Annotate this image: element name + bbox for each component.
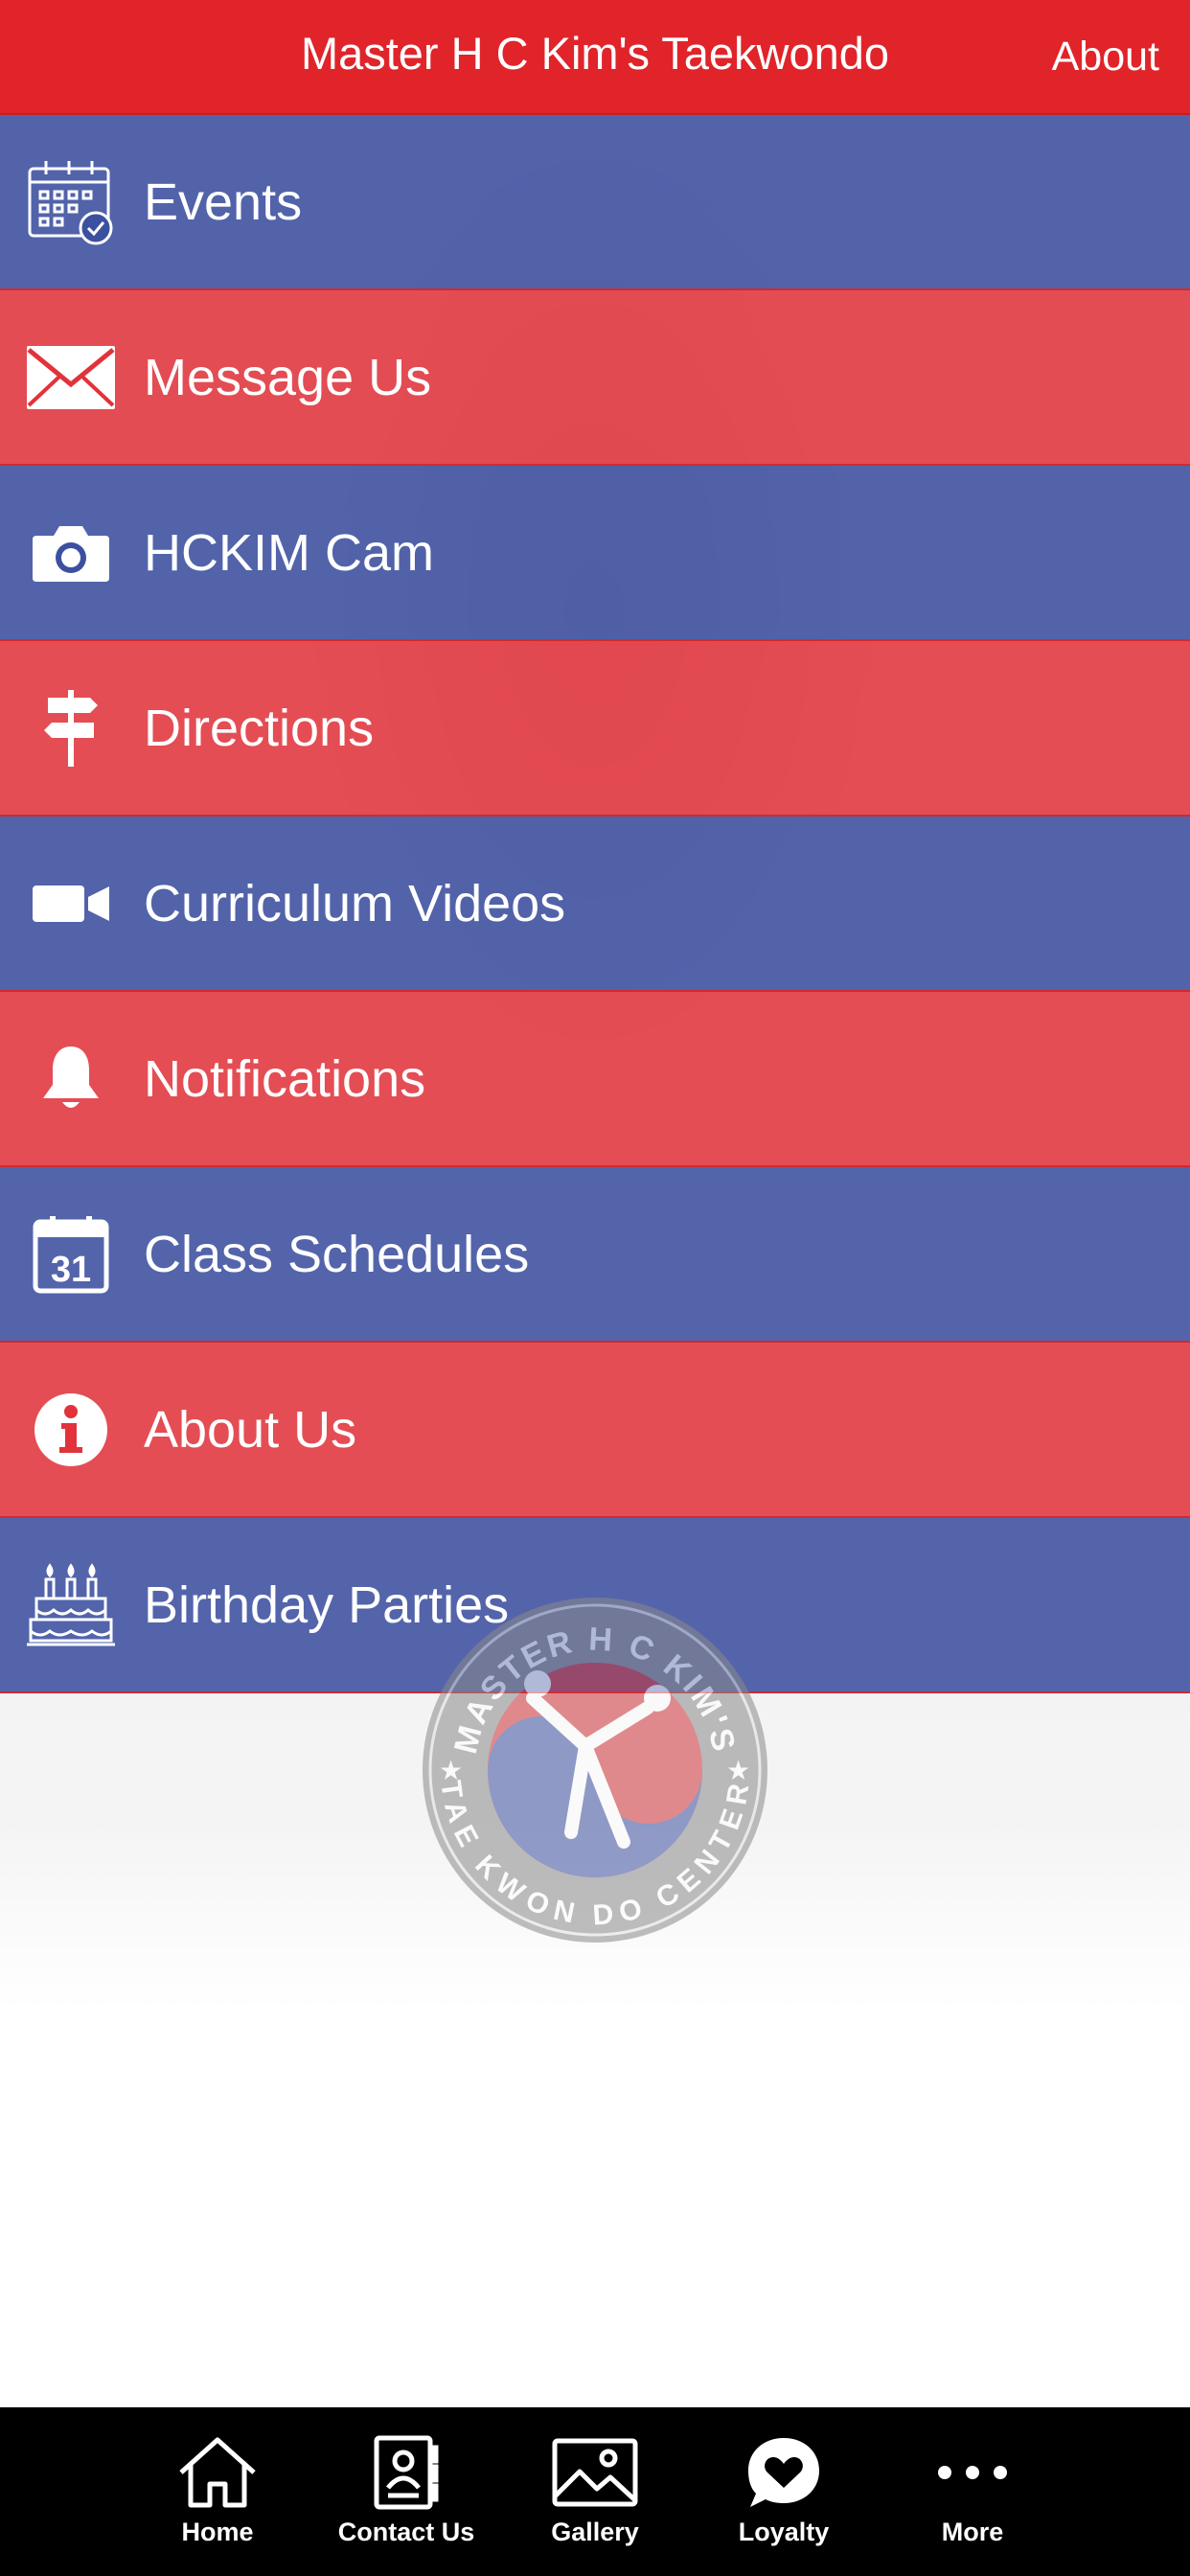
calendar-check-icon xyxy=(23,154,119,250)
bottom-tab-bar: Home Contact Us Gallery Loyalty More xyxy=(0,2407,1190,2576)
tab-home[interactable]: Home xyxy=(124,2407,312,2576)
signpost-icon xyxy=(23,680,119,776)
menu-item-notifications[interactable]: Notifications xyxy=(0,992,1190,1167)
birthday-cake-icon xyxy=(23,1557,119,1653)
home-icon xyxy=(177,2434,258,2511)
menu-item-label: About Us xyxy=(144,1400,357,1459)
info-icon xyxy=(23,1382,119,1478)
school-logo: MASTER H C KIM'S TAE KWON DO CENTER ★ ★ xyxy=(423,1598,767,1943)
menu-item-about-us[interactable]: About Us xyxy=(0,1343,1190,1518)
about-button[interactable]: About xyxy=(1052,31,1159,82)
menu-item-label: Directions xyxy=(144,699,375,757)
tab-loyalty[interactable]: Loyalty xyxy=(690,2407,879,2576)
header-bar: Master H C Kim's Taekwondo About xyxy=(0,0,1190,115)
gallery-icon xyxy=(551,2434,639,2511)
menu-item-label: Events xyxy=(144,172,303,231)
menu-item-class-schedules[interactable]: 31 Class Schedules xyxy=(0,1167,1190,1343)
envelope-icon xyxy=(23,330,119,426)
menu-item-hckim-cam[interactable]: HCKIM Cam xyxy=(0,466,1190,641)
contact-card-icon xyxy=(373,2434,440,2511)
menu-item-label: Curriculum Videos xyxy=(144,874,566,932)
bell-icon xyxy=(23,1031,119,1127)
tab-label: More xyxy=(941,2518,1004,2546)
logo-star-right: ★ xyxy=(726,1756,750,1785)
menu-item-message-us[interactable]: Message Us xyxy=(0,290,1190,466)
tab-contact-us[interactable]: Contact Us xyxy=(312,2407,501,2576)
tab-label: Home xyxy=(181,2518,254,2546)
tab-label: Gallery xyxy=(551,2518,639,2546)
app-title: Master H C Kim's Taekwondo xyxy=(300,28,890,79)
more-dots-icon xyxy=(937,2434,1008,2511)
menu-item-label: HCKIM Cam xyxy=(144,523,435,582)
menu-item-label: Class Schedules xyxy=(144,1225,530,1283)
calendar-31-icon: 31 xyxy=(23,1207,119,1302)
menu-item-directions[interactable]: Directions xyxy=(0,641,1190,816)
main-menu: Events Message Us HCKIM Cam Directions C… xyxy=(0,115,1190,1693)
camera-icon xyxy=(23,505,119,601)
tab-label: Loyalty xyxy=(738,2518,830,2546)
calendar-day-number: 31 xyxy=(51,1250,91,1290)
tab-more[interactable]: More xyxy=(879,2407,1067,2576)
menu-item-label: Notifications xyxy=(144,1049,426,1108)
tab-gallery[interactable]: Gallery xyxy=(501,2407,690,2576)
video-camera-icon xyxy=(23,856,119,952)
heart-bubble-icon xyxy=(744,2434,823,2511)
menu-item-label: Message Us xyxy=(144,348,432,406)
menu-item-events[interactable]: Events xyxy=(0,115,1190,290)
logo-star-left: ★ xyxy=(439,1756,463,1785)
menu-item-curriculum-videos[interactable]: Curriculum Videos xyxy=(0,816,1190,992)
tab-label: Contact Us xyxy=(337,2518,475,2546)
